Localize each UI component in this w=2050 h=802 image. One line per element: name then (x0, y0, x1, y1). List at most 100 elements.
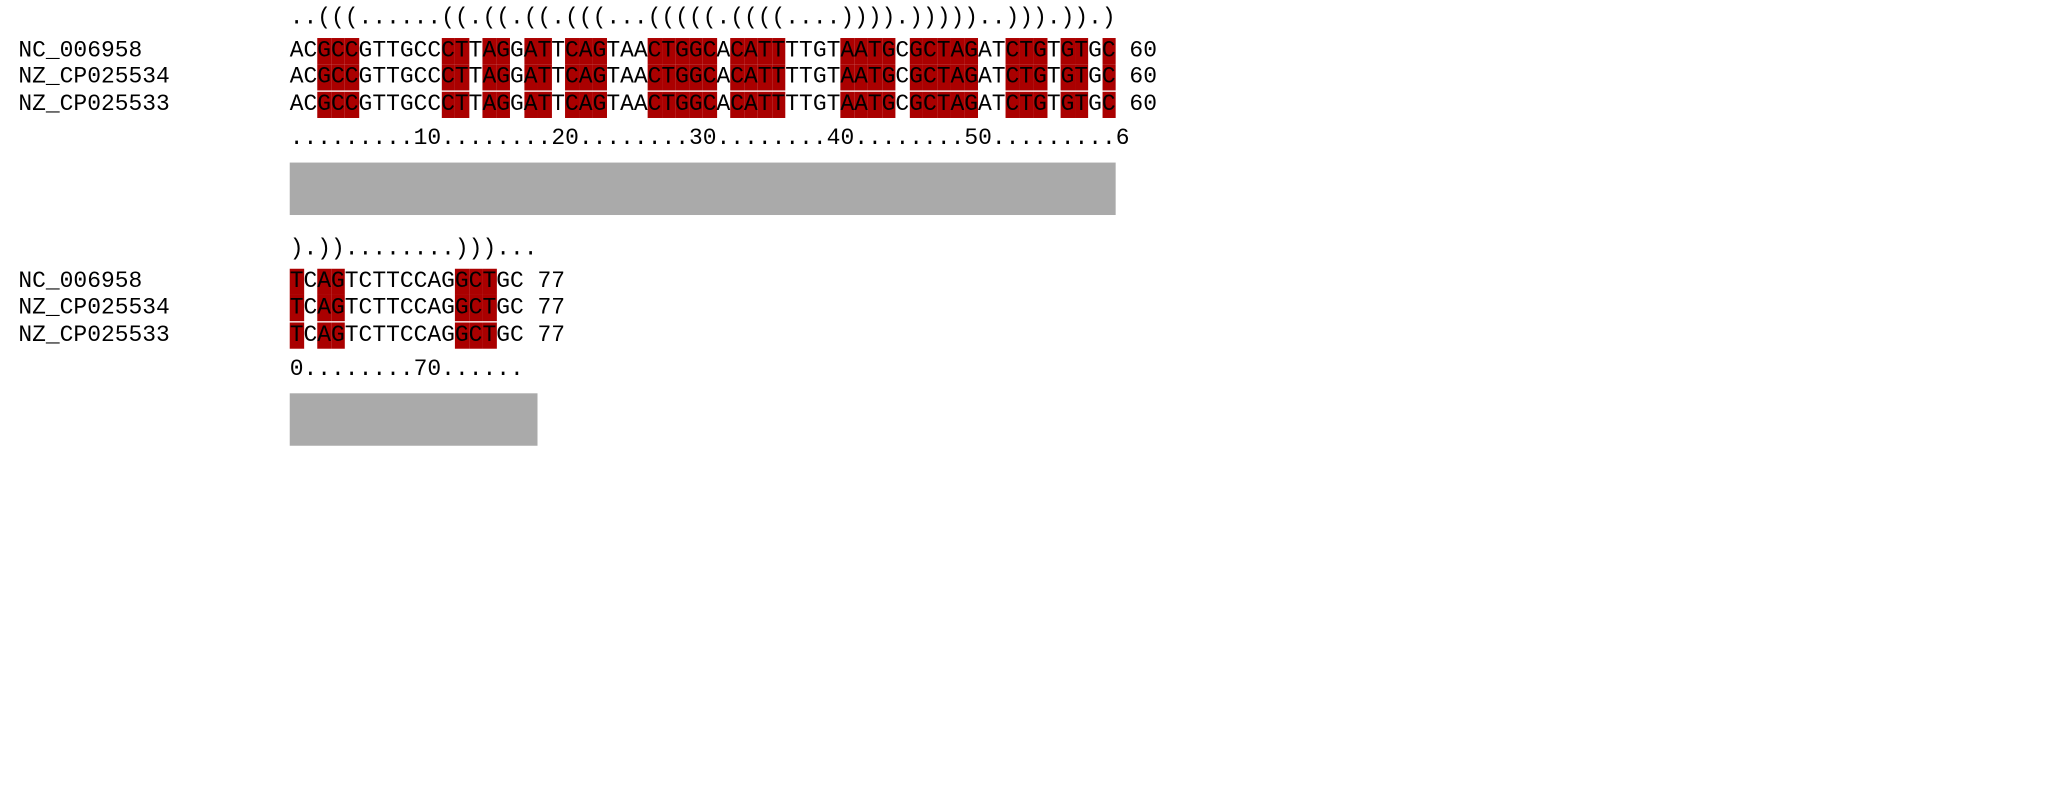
sequence-row: ACGCCGTTGCCCTTAGGATTCAGTAACTGGCACATTTTGT… (290, 64, 1157, 91)
nucleotide: T (454, 91, 469, 118)
nucleotide: T (372, 268, 387, 295)
sequence-row: ACGCCGTTGCCCTTAGGATTCAGTAACTGGCACATTTTGT… (290, 91, 1157, 118)
nucleotide: C (730, 91, 745, 118)
nucleotide: T (482, 294, 497, 322)
nucleotide: G (1088, 91, 1102, 118)
nucleotide: T (606, 37, 621, 64)
conservation-bar (289, 162, 1116, 216)
nucleotide: A (427, 268, 442, 295)
nucleotide: C (399, 321, 414, 349)
nucleotide: C (702, 64, 717, 91)
nucleotide: A (978, 91, 992, 118)
structure-char: . (441, 235, 455, 263)
nucleotide: T (1019, 91, 1034, 118)
nucleotide: A (840, 91, 855, 118)
nucleotide: C (427, 91, 442, 118)
nucleotide: G (509, 91, 524, 118)
structure-char: ) (936, 5, 951, 32)
nucleotide: C (413, 294, 428, 322)
nucleotide: G (509, 37, 524, 64)
nucleotide: C (427, 37, 442, 64)
sequence-row: TCAGTCTTCCAGGCTGC 77 (289, 294, 565, 322)
structure-char: ) (950, 5, 965, 32)
nucleotide: A (289, 37, 304, 64)
nucleotide: T (771, 91, 786, 118)
nucleotide: T (344, 321, 359, 349)
nucleotide: A (427, 321, 442, 349)
nucleotide: G (441, 268, 455, 295)
nucleotide: G (812, 64, 827, 91)
nucleotide: T (1046, 37, 1061, 64)
structure-char: . (303, 235, 318, 263)
structure-char: . (606, 5, 621, 32)
structure-char: ( (771, 5, 786, 32)
nucleotide: T (386, 294, 400, 322)
nucleotide: C (922, 64, 937, 91)
nucleotide: A (840, 37, 855, 64)
nucleotide: G (441, 321, 455, 349)
nucleotide: C (331, 64, 345, 91)
sequence-name: NZ_CP025534 (18, 64, 170, 91)
structure-char: . (509, 235, 524, 263)
nucleotide: G (358, 91, 373, 118)
nucleotide: C (895, 64, 910, 91)
nucleotide: T (991, 64, 1006, 91)
nucleotide: G (496, 64, 510, 91)
nucleotide: G (688, 64, 703, 91)
structure-line: ..(((......((.((.((.(((...(((((.((((....… (290, 5, 1116, 31)
nucleotide: G (1060, 91, 1075, 118)
structure-char: ) (454, 235, 469, 263)
nucleotide: T (372, 321, 387, 349)
conservation-bar (289, 393, 538, 446)
nucleotide: G (592, 91, 607, 118)
nucleotide: G (496, 321, 510, 349)
nucleotide: G (688, 37, 703, 64)
nucleotide: A (578, 37, 593, 64)
structure-char: . (826, 5, 841, 32)
nucleotide: C (702, 37, 717, 64)
nucleotide: G (1033, 91, 1047, 118)
nucleotide: T (936, 91, 951, 118)
nucleotide: C (358, 268, 373, 295)
nucleotide: G (331, 321, 345, 349)
nucleotide: G (496, 91, 510, 118)
nucleotide: A (482, 64, 497, 91)
nucleotide: T (661, 37, 676, 64)
nucleotide: G (399, 91, 414, 118)
structure-char: ) (317, 235, 332, 263)
nucleotide: T (468, 64, 483, 91)
sequence-row: ACGCCGTTGCCCTTAGGATTCAGTAACTGGCACATTTTGT… (289, 37, 1157, 64)
nucleotide: C (358, 294, 373, 322)
structure-char: . (358, 5, 373, 32)
structure-char: . (785, 5, 800, 32)
position-ruler: .........10........20........30........4… (289, 125, 1130, 153)
nucleotide: G (812, 37, 827, 64)
nucleotide: G (964, 91, 979, 118)
structure-char: ( (757, 5, 772, 32)
structure-char: ) (881, 5, 896, 32)
structure-char: . (812, 5, 827, 32)
structure-char: . (1088, 5, 1102, 32)
structure-char: ( (317, 5, 332, 32)
nucleotide: A (317, 268, 332, 295)
nucleotide: G (909, 64, 923, 91)
structure-char: ) (964, 5, 979, 32)
nucleotide: C (303, 64, 318, 91)
nucleotide: T (386, 37, 400, 64)
structure-char: ( (743, 5, 758, 32)
nucleotide: T (386, 268, 400, 295)
nucleotide: A (854, 37, 868, 64)
nucleotide: T (344, 268, 359, 295)
nucleotide: G (1060, 64, 1075, 91)
structure-char: ( (454, 5, 469, 32)
nucleotide: T (537, 91, 552, 118)
nucleotide: G (881, 64, 896, 91)
nucleotide: T (867, 64, 882, 91)
structure-char: . (1046, 5, 1061, 32)
nucleotide: T (826, 64, 841, 91)
nucleotide: T (867, 91, 882, 118)
nucleotide: G (454, 294, 469, 322)
nucleotide: G (496, 268, 510, 295)
nucleotide: C (303, 321, 318, 349)
nucleotide: C (344, 91, 359, 118)
